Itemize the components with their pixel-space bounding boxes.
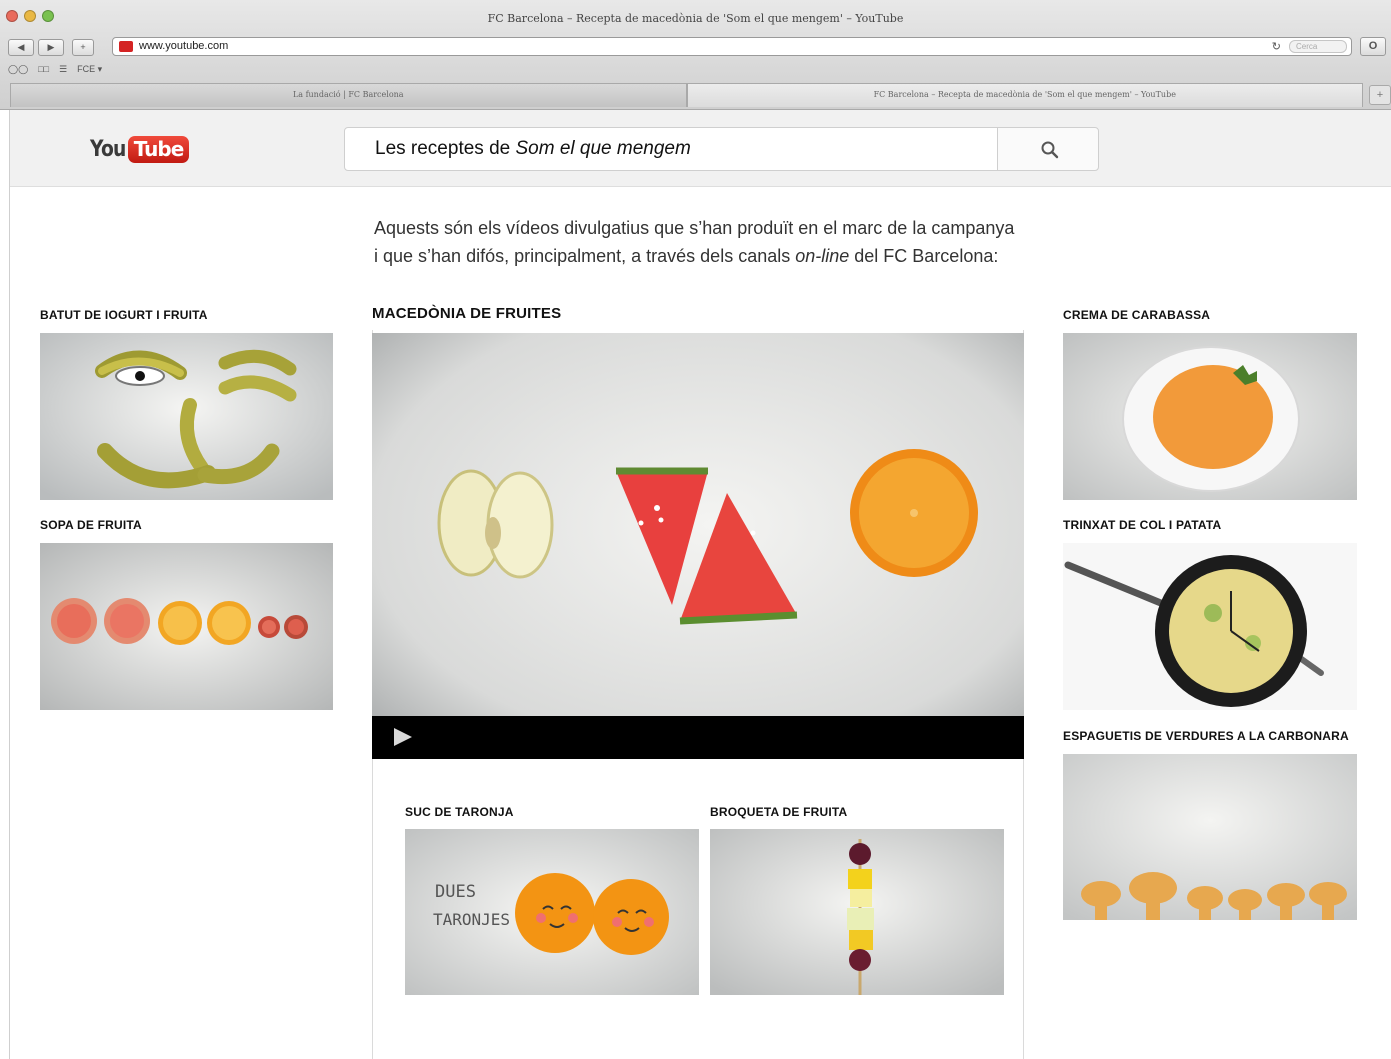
back-button[interactable]: ◀ bbox=[8, 38, 34, 56]
browser-chrome: FC Barcelona – Recepta de macedònia de '… bbox=[0, 0, 1391, 110]
video-title-espaguetis[interactable]: Espaguetis de verdures a la carbonara bbox=[1063, 729, 1349, 743]
video-thumb-espaguetis[interactable] bbox=[1063, 754, 1357, 920]
left-divider bbox=[9, 110, 10, 1059]
fruit-video-frame bbox=[372, 333, 1024, 759]
video-title-trinxat[interactable]: Trinxat de col i patata bbox=[1063, 518, 1221, 532]
video-thumb-crema[interactable] bbox=[1063, 333, 1357, 500]
bookmarks-book-icon[interactable]: □□ bbox=[38, 64, 49, 75]
intro-line-2: i que s’han difós, principalment, a trav… bbox=[374, 246, 999, 266]
video-thumb-suc[interactable]: DUES TARONJES bbox=[405, 829, 699, 995]
taronjes-text: TARONJES bbox=[433, 910, 510, 929]
new-tab-button[interactable]: + bbox=[1369, 85, 1391, 105]
logo-tube: Tube bbox=[127, 136, 190, 163]
intro-text: Aquests són els vídeos divulgatius que s… bbox=[374, 214, 1134, 270]
video-thumb-trinxat[interactable] bbox=[1063, 543, 1357, 710]
dues-text: DUES bbox=[435, 882, 476, 902]
video-title-suc[interactable]: Suc de taronja bbox=[405, 805, 514, 819]
fruit-skewer-image bbox=[710, 829, 1004, 995]
bookmark-folder-fce[interactable]: FCE ▾ bbox=[77, 64, 102, 75]
youtube-search-input[interactable]: Les receptes de Som el que mengem bbox=[344, 127, 998, 171]
video-thumb-sopa[interactable] bbox=[40, 543, 333, 710]
browser-search-field[interactable]: Cerca bbox=[1289, 40, 1347, 53]
logo-you: You bbox=[90, 137, 126, 162]
banana-face-image bbox=[40, 333, 333, 500]
forward-button[interactable]: ▶ bbox=[38, 38, 64, 56]
add-bookmark-button[interactable]: + bbox=[72, 38, 94, 56]
bookmarks-bar: ◯◯ □□ ☰ FCE ▾ bbox=[8, 64, 102, 75]
tab-bar: La fundació | FC Barcelona FC Barcelona … bbox=[10, 83, 1391, 107]
reload-icon[interactable]: ↻ bbox=[1272, 40, 1281, 53]
intro-line-1: Aquests són els vídeos divulgatius que s… bbox=[374, 218, 1015, 238]
search-query: Les receptes de Som el que mengem bbox=[375, 138, 691, 159]
youtube-logo[interactable]: You Tube bbox=[90, 136, 190, 163]
play-icon[interactable] bbox=[394, 728, 412, 746]
video-title-macedonia[interactable]: Macedònia de fruites bbox=[372, 305, 561, 322]
search-icon bbox=[1041, 141, 1059, 159]
reading-list-icon[interactable]: ◯◯ bbox=[8, 64, 28, 75]
pumpkin-soup-image bbox=[1063, 333, 1357, 500]
video-thumb-broqueta[interactable] bbox=[710, 829, 1004, 995]
extension-button[interactable]: O bbox=[1360, 37, 1386, 56]
nav-buttons: ◀ ▶ + bbox=[8, 38, 94, 56]
top-sites-grid-icon[interactable]: ☰ bbox=[59, 64, 67, 75]
video-title-broqueta[interactable]: Broqueta de fruita bbox=[710, 805, 847, 819]
url-text: www.youtube.com bbox=[139, 40, 229, 52]
forward-arrow-icon: ▶ bbox=[47, 41, 55, 52]
circle-o-icon: O bbox=[1368, 40, 1378, 52]
video-title-sopa[interactable]: Sopa de fruita bbox=[40, 518, 142, 532]
two-oranges-image: DUES TARONJES bbox=[405, 829, 699, 995]
youtube-header: You Tube Les receptes de Som el que meng… bbox=[10, 110, 1391, 187]
tab-youtube[interactable]: FC Barcelona – Recepta de macedònia de '… bbox=[686, 83, 1363, 107]
youtube-favicon-icon bbox=[119, 41, 133, 52]
address-bar[interactable]: www.youtube.com ↻ Cerca bbox=[112, 37, 1352, 56]
video-title-batut[interactable]: Batut de iogurt i fruita bbox=[40, 308, 208, 322]
video-title-crema[interactable]: Crema de carabassa bbox=[1063, 308, 1210, 322]
youtube-search-button[interactable] bbox=[997, 127, 1099, 171]
mushroom-faces-image bbox=[1063, 754, 1357, 920]
back-arrow-icon: ◀ bbox=[17, 41, 25, 52]
fruit-halves-image bbox=[40, 543, 333, 710]
main-video-player[interactable] bbox=[372, 333, 1024, 759]
video-thumb-batut[interactable] bbox=[40, 333, 333, 500]
pan-clock-image bbox=[1063, 543, 1357, 710]
window-title: FC Barcelona – Recepta de macedònia de '… bbox=[487, 12, 904, 25]
video-control-bar bbox=[372, 716, 1024, 759]
plus-icon: + bbox=[80, 42, 86, 52]
tab-fundacio[interactable]: La fundació | FC Barcelona bbox=[10, 83, 687, 107]
